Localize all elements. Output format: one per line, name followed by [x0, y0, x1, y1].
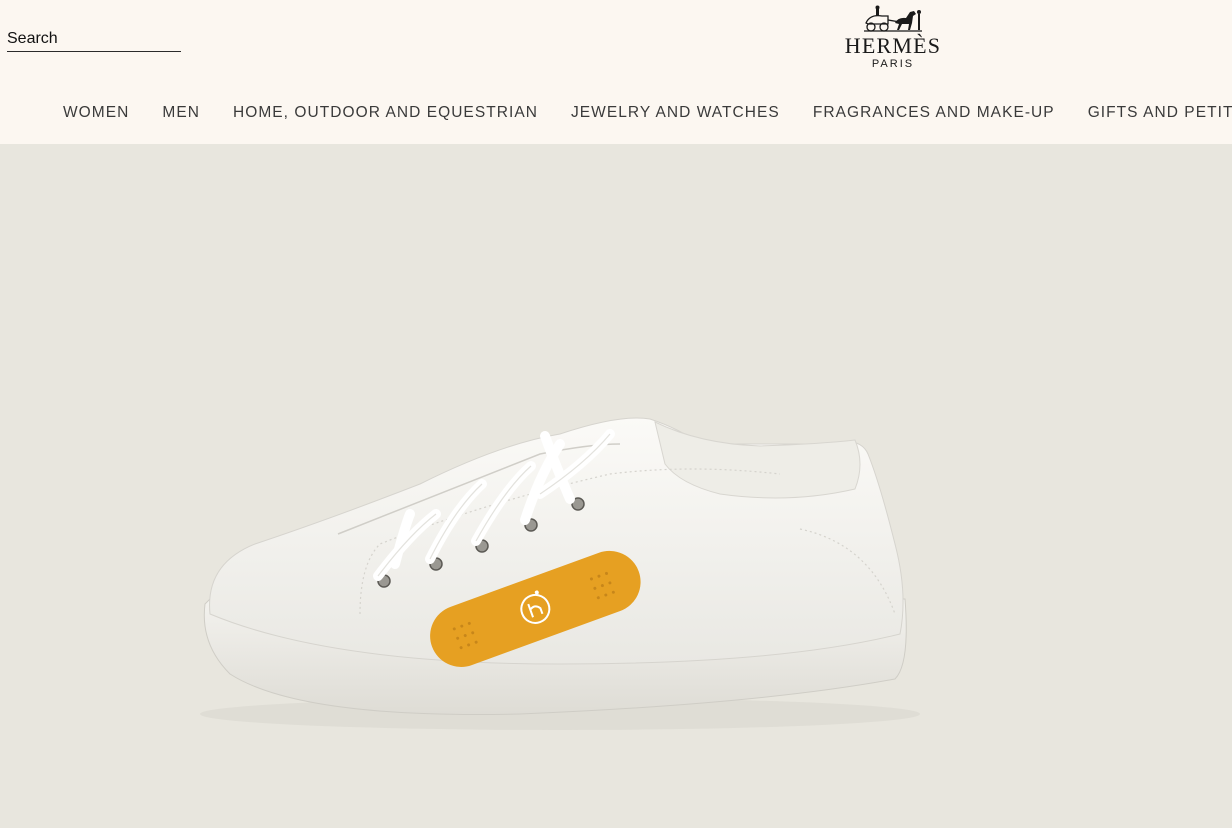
nav-item-women[interactable]: WOMEN [63, 102, 129, 124]
nav-item-home-outdoor-equestrian[interactable]: HOME, OUTDOOR AND EQUESTRIAN [233, 102, 538, 124]
nav-item-fragrances-makeup[interactable]: FRAGRANCES AND MAKE-UP [813, 102, 1055, 124]
search-box[interactable] [7, 28, 181, 52]
nav-item-jewelry-watches[interactable]: JEWELRY AND WATCHES [571, 102, 780, 124]
main-nav: WOMEN MEN HOME, OUTDOOR AND EQUESTRIAN J… [63, 102, 1232, 124]
nav-item-men[interactable]: MEN [162, 102, 200, 124]
hero-banner[interactable] [0, 144, 1232, 828]
hero-sneaker-image [200, 417, 920, 730]
brand-logo[interactable]: HERMÈS PARIS [832, 4, 954, 74]
brand-name: HERMÈS [844, 33, 942, 58]
brand-subtitle: PARIS [871, 58, 915, 70]
nav-item-gifts-petit-h[interactable]: GIFTS AND PETIT H [1088, 102, 1232, 124]
site-header: HERMÈS PARIS WOMEN MEN HOME, OUTDOOR AND… [0, 0, 1232, 144]
carriage-icon [864, 5, 922, 32]
search-input[interactable] [7, 28, 181, 50]
